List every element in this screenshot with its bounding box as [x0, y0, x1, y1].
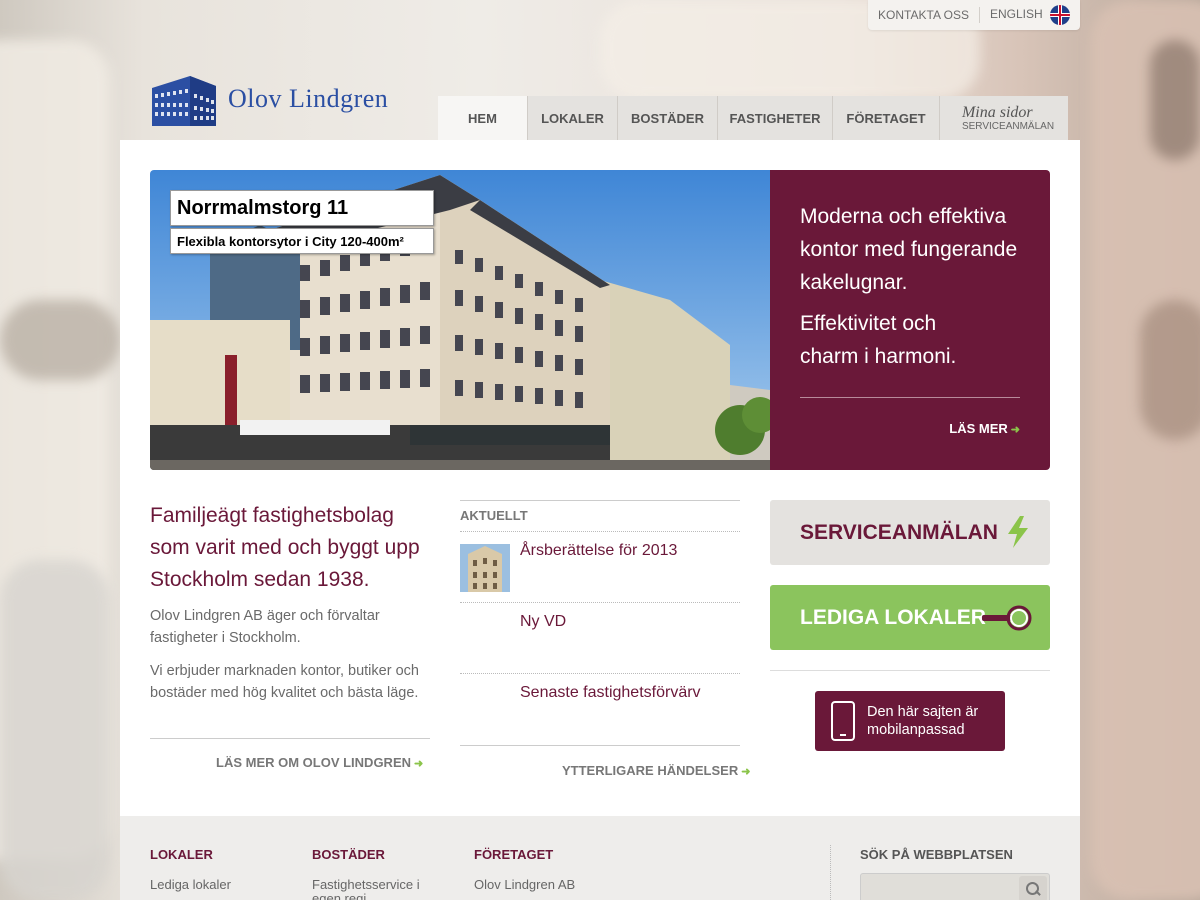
more-events-label: YTTERLIGARE HÄNDELSER	[562, 763, 739, 778]
arrow-right-icon: ➜	[741, 766, 751, 778]
service-report-label: SERVICEANMÄLAN	[800, 520, 998, 544]
footer-link-lediga-lokaler[interactable]: Lediga lokaler	[150, 878, 231, 892]
news-item[interactable]: Årsberättelse för 2013	[460, 531, 740, 602]
hero-text-2: Effektivitet och charm i harmoni.	[800, 312, 957, 368]
more-events-link[interactable]: YTTERLIGARE HÄNDELSER ➜	[562, 763, 750, 778]
search-icon[interactable]	[1019, 876, 1047, 900]
contact-link[interactable]: KONTAKTA OSS	[868, 8, 979, 22]
arrow-right-icon: ➜	[414, 758, 424, 770]
hero-read-more-label: LÄS MER	[949, 421, 1008, 436]
logo-wordmark: Olov Lindgren	[228, 84, 389, 113]
key-icon	[982, 605, 1032, 631]
tab-bostader[interactable]: BOSTÄDER	[618, 96, 718, 140]
news-heading: AKTUELLT	[460, 508, 528, 523]
divider	[830, 845, 831, 900]
language-link[interactable]: ENGLISH	[980, 5, 1080, 25]
phone-icon	[831, 701, 855, 741]
news-item-title: Ny VD	[520, 613, 567, 630]
footer-heading-lokaler: LOKALER	[150, 847, 213, 862]
footer-heading-bostader: BOSTÄDER	[312, 847, 385, 862]
divider	[460, 500, 740, 501]
hero-subtitle-tag: Flexibla kontorsytor i City 120-400m²	[170, 228, 434, 254]
main-nav: HEM LOKALER BOSTÄDER FASTIGHETER FÖRETAG…	[438, 96, 1068, 140]
building-logo-icon	[150, 70, 218, 128]
news-item[interactable]: Ny VD	[460, 602, 740, 673]
search-box	[860, 873, 1050, 900]
divider	[800, 397, 1020, 398]
lightning-icon	[1008, 516, 1028, 548]
news-item-title: Senaste fastighetsförvärv	[520, 684, 701, 701]
hero-text-1: Moderna och effektiva kontor med fungera…	[800, 205, 1018, 294]
hero-address-tag: Norrmalmstorg 11	[170, 190, 434, 226]
news-item[interactable]: Senaste fastighetsförvärv	[460, 673, 740, 744]
search-input[interactable]	[861, 874, 1011, 900]
news-item-title: Årsberättelse för 2013	[520, 542, 678, 559]
footer-link-fastighetsservice[interactable]: Fastighetsservice i egen regi	[312, 878, 432, 900]
divider	[150, 738, 430, 739]
vacant-premises-button[interactable]: LEDIGA LOKALER	[770, 585, 1050, 650]
mina-sidor-title: Mina sidor	[961, 103, 1033, 121]
site-logo[interactable]: Olov Lindgren	[150, 70, 388, 128]
intro-heading: Familjeägt fastighetsbolag som varit med…	[150, 504, 420, 591]
footer-heading-foretaget: FÖRETAGET	[474, 847, 554, 862]
tab-hem[interactable]: HEM	[438, 96, 528, 140]
hero-promo-card: Moderna och effektiva kontor med fungera…	[770, 170, 1050, 470]
mobile-friendly-badge[interactable]: Den här sajten är mobilanpassad	[815, 691, 1005, 751]
hero-read-more-link[interactable]: LÄS MER ➜	[949, 421, 1020, 436]
about-read-more-link[interactable]: LÄS MER OM OLOV LINDGREN ➜	[216, 755, 423, 770]
mobile-friendly-label: Den här sajten är mobilanpassad	[867, 704, 979, 738]
background-blur	[1150, 40, 1200, 160]
search-heading: SÖK PÅ WEBBPLATSEN	[860, 847, 1013, 862]
tab-foretaget[interactable]: FÖRETAGET	[833, 96, 940, 140]
intro-paragraph-2: Vi erbjuder marknaden kontor, butiker oc…	[150, 663, 419, 701]
divider	[770, 670, 1050, 671]
background-blur	[0, 300, 120, 380]
intro-paragraph-1: Olov Lindgren AB äger och förvaltar fast…	[150, 608, 380, 646]
uk-flag-icon	[1050, 5, 1070, 25]
arrow-right-icon: ➜	[1010, 424, 1020, 436]
language-label: ENGLISH	[989, 7, 1043, 22]
service-report-button[interactable]: SERVICEANMÄLAN	[770, 500, 1050, 565]
tab-mina-sidor[interactable]: Mina sidor SERVICEANMÄLAN	[940, 96, 1068, 140]
about-read-more-label: LÄS MER OM OLOV LINDGREN	[216, 755, 411, 770]
news-thumbnail-image	[460, 544, 510, 592]
background-blur	[1140, 300, 1200, 440]
top-utility-bar: KONTAKTA OSS ENGLISH	[868, 0, 1080, 30]
mina-sidor-subtitle: SERVICEANMÄLAN	[961, 121, 1055, 133]
vacant-premises-label: LEDIGA LOKALER	[800, 605, 986, 629]
background-blur	[0, 560, 110, 900]
tab-fastigheter[interactable]: FASTIGHETER	[718, 96, 833, 140]
divider	[460, 745, 740, 746]
tab-lokaler[interactable]: LOKALER	[528, 96, 618, 140]
footer-link-olov-lindgren[interactable]: Olov Lindgren AB	[474, 878, 575, 892]
